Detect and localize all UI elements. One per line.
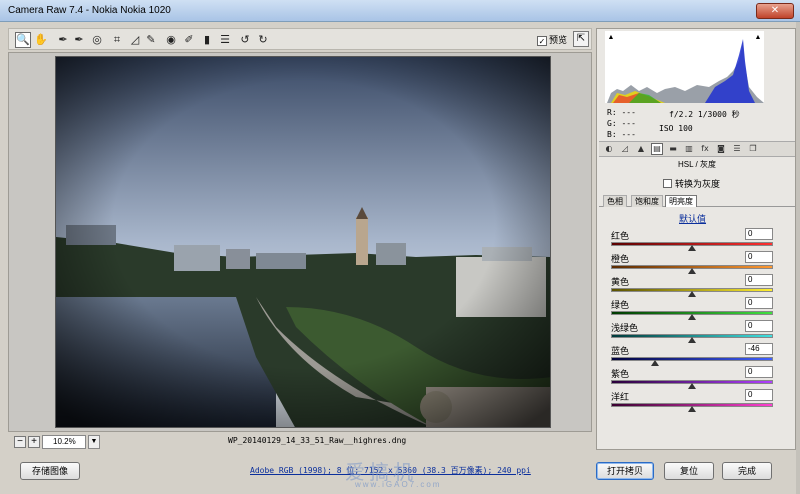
red-eye-tool-icon[interactable]: ◉ — [163, 32, 179, 48]
hand-tool-icon[interactable]: ✋ — [33, 32, 49, 48]
status-bar: − + 10.2% ▼ WP_20140129_14_33_51_Raw__hi… — [8, 434, 592, 450]
grayscale-label: 转换为灰度 — [675, 179, 721, 189]
rotate-right-icon[interactable]: ↻ — [255, 32, 271, 48]
toolbar: ✓ 预览 ⇱ 🔍 ✋ ✒ ✒ ◎ ⌗ ◿ ✎ ◉ ✐ ▮ ☰ ↺ ↻ — [8, 28, 592, 50]
default-link[interactable]: 默认值 — [679, 212, 706, 225]
title-bar: Camera Raw 7.4 - Nokia Nokia 1020 ✕ — [0, 0, 800, 22]
grayscale-check-box[interactable] — [663, 179, 672, 188]
slider-label: 浅绿色 — [611, 323, 639, 333]
subtab-luminance[interactable]: 明亮度 — [665, 195, 697, 207]
open-copy-button[interactable]: 打开拷贝 — [596, 462, 654, 480]
exposure-info: f/2.2 1/3000 秒 — [669, 110, 740, 119]
tab-presets-icon[interactable]: ☰ — [731, 143, 743, 155]
slider-thumb[interactable] — [688, 383, 696, 389]
green-readout: G: --- — [607, 119, 636, 128]
slider-label: 黄色 — [611, 277, 630, 287]
spot-removal-tool-icon[interactable]: ✎ — [143, 32, 159, 48]
tab-hsl-icon[interactable]: ▤ — [651, 143, 663, 155]
slider-label: 蓝色 — [611, 346, 630, 356]
tab-snapshots-icon[interactable]: ❐ — [747, 143, 759, 155]
slider-value-field[interactable]: 0 — [745, 251, 773, 263]
window-edge — [796, 22, 800, 494]
file-name: WP_20140129_14_33_51_Raw__highres.dng — [228, 436, 407, 445]
footer: 存储图像 Adobe RGB (1998); 8 位; 7152 x 5360 … — [0, 454, 800, 494]
close-icon[interactable]: ✕ — [756, 3, 794, 19]
zoom-level-field[interactable]: 10.2% — [42, 435, 86, 449]
tab-detail-icon[interactable]: ▲ — [635, 143, 647, 155]
slider-value-field[interactable]: 0 — [745, 274, 773, 286]
color-sampler-tool-icon[interactable]: ✒ — [71, 32, 87, 48]
fullscreen-icon[interactable]: ⇱ — [573, 31, 589, 47]
adjustments-panel: ▲ ▲ R: --- G: --- B: --- f/2.2 1/3000 秒 … — [596, 28, 796, 450]
tab-basic-icon[interactable]: ◐ — [603, 143, 615, 155]
crop-tool-icon[interactable]: ⌗ — [109, 32, 125, 48]
targeted-adjust-tool-icon[interactable]: ◎ — [89, 32, 105, 48]
hsl-subtabs: 色相 饱和度 明亮度 — [599, 195, 795, 207]
slider-label: 绿色 — [611, 300, 630, 310]
graduated-filter-icon[interactable]: ▮ — [199, 32, 215, 48]
subtab-hue[interactable]: 色相 — [603, 195, 627, 207]
slider-thumb[interactable] — [688, 406, 696, 412]
preview-label: 预览 — [549, 35, 568, 45]
slider-value-field[interactable]: -46 — [745, 343, 773, 355]
preview-checkbox[interactable]: ✓ 预览 — [537, 33, 567, 46]
done-button[interactable]: 完成 — [722, 462, 772, 480]
slider-value-field[interactable]: 0 — [745, 389, 773, 401]
straighten-tool-icon[interactable]: ◿ — [127, 32, 143, 48]
photo-image — [56, 57, 550, 427]
window-title: Camera Raw 7.4 - Nokia Nokia 1020 — [8, 5, 171, 16]
preview-canvas[interactable] — [8, 52, 592, 432]
slider-label: 洋红 — [611, 392, 630, 402]
photo-preview — [55, 56, 551, 428]
slider-thumb[interactable] — [688, 245, 696, 251]
slider-thumb[interactable] — [688, 268, 696, 274]
slider-value-field[interactable]: 0 — [745, 320, 773, 332]
slider-value-field[interactable]: 0 — [745, 228, 773, 240]
zoom-in-button[interactable]: + — [28, 436, 40, 448]
zoom-tool-icon[interactable]: 🔍 — [15, 32, 31, 48]
watermark-url: www.iGAO7.com — [355, 480, 442, 489]
tab-lens-corrections-icon[interactable]: ▥ — [683, 143, 695, 155]
zoom-dropdown-icon[interactable]: ▼ — [88, 435, 100, 449]
section-title: HSL / 灰度 — [678, 160, 716, 169]
slider-label: 紫色 — [611, 369, 630, 379]
white-balance-tool-icon[interactable]: ✒ — [55, 32, 71, 48]
blue-readout: B: --- — [607, 130, 636, 139]
slider-label: 橙色 — [611, 254, 630, 264]
preferences-icon[interactable]: ☰ — [217, 32, 233, 48]
rotate-left-icon[interactable]: ↺ — [237, 32, 253, 48]
convert-grayscale-checkbox[interactable]: 转换为灰度 — [663, 177, 720, 190]
slider-thumb[interactable] — [688, 291, 696, 297]
tab-camera-calibration-icon[interactable]: ◙ — [715, 143, 727, 155]
adjustment-brush-icon[interactable]: ✐ — [181, 32, 197, 48]
slider-label: 红色 — [611, 231, 630, 241]
save-image-button[interactable]: 存储图像 — [20, 462, 80, 480]
preview-check-icon[interactable]: ✓ — [537, 36, 547, 46]
slider-track[interactable] — [611, 357, 773, 361]
slider-value-field[interactable]: 0 — [745, 297, 773, 309]
tab-tone-curve-icon[interactable]: ◿ — [619, 143, 631, 155]
tab-split-toning-icon[interactable]: ▬ — [667, 143, 679, 155]
slider-thumb[interactable] — [688, 337, 696, 343]
histogram: ▲ ▲ — [605, 31, 764, 103]
slider-thumb[interactable] — [688, 314, 696, 320]
slider-thumb[interactable] — [650, 360, 659, 366]
red-readout: R: --- — [607, 108, 636, 117]
slider-value-field[interactable]: 0 — [745, 366, 773, 378]
reset-button[interactable]: 复位 — [664, 462, 714, 480]
subtab-saturation[interactable]: 饱和度 — [631, 195, 663, 207]
iso-info: ISO 100 — [659, 124, 693, 133]
tab-effects-icon[interactable]: fx — [699, 143, 711, 155]
panel-tabs: ◐ ◿ ▲ ▤ ▬ ▥ fx ◙ ☰ ❐ — [599, 141, 795, 157]
rgb-readout: R: --- G: --- B: --- — [607, 107, 636, 140]
zoom-out-button[interactable]: − — [14, 436, 26, 448]
histogram-graph — [607, 39, 764, 103]
